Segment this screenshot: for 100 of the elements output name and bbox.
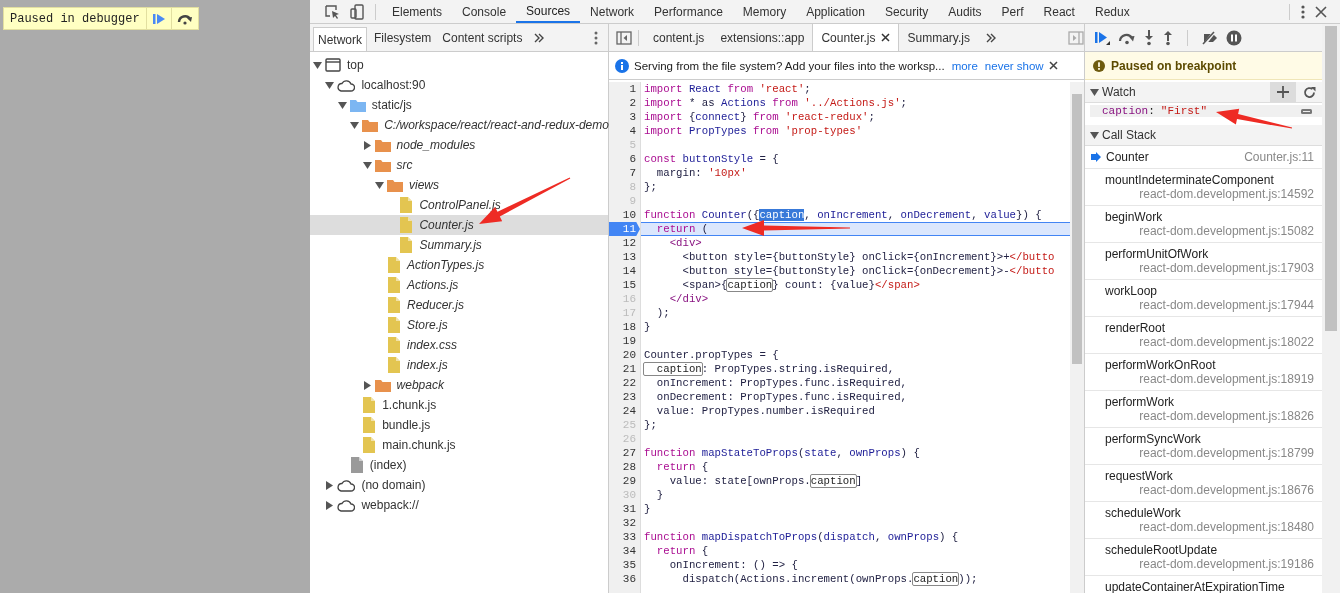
resume-icon[interactable] [1093,29,1111,46]
line-number[interactable]: 1 [609,82,640,96]
panel-tab[interactable]: Memory [732,0,797,23]
tree-item[interactable]: static/js [310,95,608,115]
close-icon[interactable] [1048,61,1058,70]
info-link[interactable]: more [951,59,978,72]
close-icon[interactable] [1315,5,1327,18]
tree-item[interactable]: localhost:90 [310,75,608,95]
panel-tab[interactable]: Audits [938,0,992,23]
tree-item[interactable]: Store.js [310,315,608,335]
line-number[interactable]: 33 [609,530,640,544]
line-number[interactable]: 2 [609,96,640,110]
device-icon[interactable] [350,3,364,20]
file-tab[interactable]: content.js [645,24,713,51]
pause-icon[interactable] [1226,29,1242,46]
add-expression-button[interactable] [1270,82,1296,102]
line-number[interactable]: 36 [609,572,640,586]
tree-item[interactable]: ControlPanel.js [310,195,608,215]
line-number[interactable]: 6 [609,152,640,166]
line-number[interactable]: 10 [609,208,640,222]
line-number[interactable]: 27 [609,446,640,460]
file-tab[interactable]: Counter.js [812,24,900,51]
line-number[interactable]: 14 [609,264,640,278]
tree-item[interactable]: webpack [310,375,608,395]
navigator-tab[interactable]: Filesystem [370,26,436,49]
call-stack-header[interactable]: Call Stack [1085,125,1322,146]
line-number[interactable]: 24 [609,404,640,418]
more-tabs-icon[interactable] [534,32,545,43]
navigator-tab[interactable]: Network [313,27,367,51]
deactivate-breakpoints-icon[interactable] [1201,30,1219,45]
panel-tab[interactable]: Network [580,0,645,23]
inspect-icon[interactable] [324,3,340,20]
line-number[interactable]: 31 [609,502,640,516]
line-number[interactable]: 34 [609,544,640,558]
tree-item[interactable]: Reducer.js [310,295,608,315]
info-link[interactable]: never show [984,59,1044,72]
tree-item[interactable]: index.js [310,355,608,375]
tree-item[interactable]: index.css [310,335,608,355]
watch-header[interactable]: Watch [1085,82,1322,103]
tree-item[interactable]: C:/workspace/react/react-and-redux-demo [310,115,608,135]
line-number[interactable]: 7 [609,166,640,180]
sidebar-toggle-icon[interactable] [1068,30,1084,45]
scrollbar-thumb[interactable] [1072,94,1082,364]
folder-icon [374,378,391,392]
tree-item[interactable]: views [310,175,608,195]
tree-item[interactable]: (no domain) [310,475,608,495]
tree-item[interactable]: node_modules [310,135,608,155]
step-into-icon[interactable] [1143,29,1155,46]
watch-expression[interactable]: caption: "First" [1090,105,1322,117]
tree-item[interactable]: bundle.js [310,415,608,435]
tree-item[interactable]: 1.chunk.js [310,395,608,415]
line-number[interactable]: 22 [609,376,640,390]
panel-tab[interactable]: Application [796,0,875,23]
line-number[interactable]: 23 [609,390,640,404]
line-number[interactable]: 18 [609,320,640,334]
more-tabs-icon[interactable] [985,32,996,43]
scrollbar[interactable] [1322,24,1340,593]
scrollbar[interactable] [1070,82,1084,593]
line-number[interactable]: 19 [609,334,640,348]
line-number[interactable]: 35 [609,558,640,572]
panel-tab[interactable]: React [1033,0,1085,23]
menu-icon[interactable] [594,30,598,45]
panel-tab[interactable]: Elements [382,0,453,23]
tree-item[interactable]: Summary.js [310,235,608,255]
panel-tab[interactable]: Performance [644,0,733,23]
tree-item[interactable]: ActionTypes.js [310,255,608,275]
line-number[interactable]: 12 [609,236,640,250]
line-number[interactable]: 11 [609,222,640,236]
tree-item[interactable]: src [310,155,608,175]
line-number[interactable]: 3 [609,110,640,124]
sidebar-toggle-icon[interactable] [616,30,632,45]
line-number[interactable]: 15 [609,278,640,292]
code-line: import * as Actions from '../Actions.js'; [644,96,908,110]
step-out-icon[interactable] [1162,29,1174,46]
line-number[interactable]: 32 [609,516,640,530]
disclosure-triangle-icon [1090,87,1099,97]
tree-item[interactable]: Actions.js [310,275,608,295]
tree-item[interactable]: top [310,55,608,75]
navigator-tab[interactable]: Content scripts [438,26,527,49]
line-number[interactable]: 21 [609,362,640,376]
panel-tab[interactable]: Console [452,0,517,23]
call-frame[interactable]: Counter Counter.js:11 [1085,146,1322,169]
line-number[interactable]: 28 [609,460,640,474]
panel-tab[interactable]: Security [874,0,939,23]
panel-tab[interactable]: Perf [991,0,1034,23]
line-number[interactable]: 20 [609,348,640,362]
scrollbar-thumb[interactable] [1325,26,1337,331]
line-number[interactable]: 29 [609,474,640,488]
tree-item[interactable]: (index) [310,455,608,475]
tree-item[interactable]: webpack:// [310,495,608,515]
line-number[interactable]: 13 [609,250,640,264]
close-icon[interactable] [881,33,891,42]
panel-tab[interactable]: Redux [1084,0,1140,23]
menu-icon[interactable] [1301,4,1305,19]
file-tab[interactable]: Summary.js [899,24,978,51]
file-tab[interactable]: extensions::app [712,24,813,51]
remove-icon[interactable] [1301,108,1312,114]
tree-item[interactable]: main.chunk.js [310,435,608,455]
line-number[interactable]: 4 [609,124,640,138]
tree-item[interactable]: Counter.js [310,215,608,235]
